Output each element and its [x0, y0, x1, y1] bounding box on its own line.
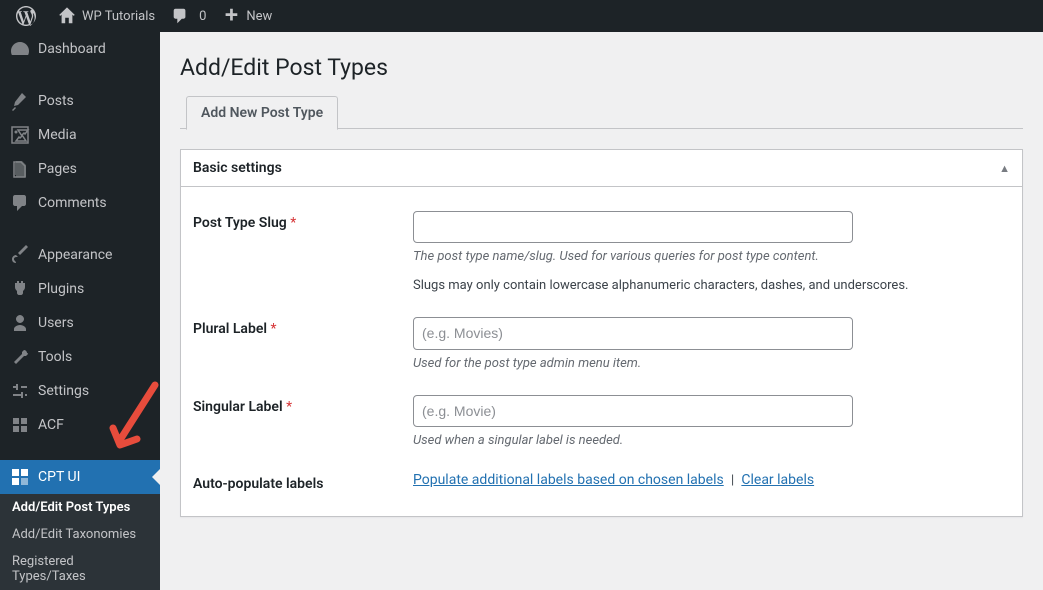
- sidebar-label: Media: [38, 127, 77, 143]
- page-icon: [10, 159, 30, 179]
- sidebar-label: Posts: [38, 93, 74, 109]
- page-title: Add/Edit Post Types: [180, 54, 1023, 81]
- wrench-icon: [10, 347, 30, 367]
- plus-icon: [222, 7, 240, 25]
- sidebar-label: Tools: [38, 349, 72, 365]
- submenu-add-edit-post-types[interactable]: Add/Edit Post Types: [0, 494, 160, 521]
- sidebar-item-cptui[interactable]: CPT UI: [0, 460, 160, 494]
- tab-nav: Add New Post Type: [180, 95, 1023, 129]
- new-label: New: [246, 9, 272, 24]
- singular-input[interactable]: [413, 395, 853, 427]
- sidebar-label: ACF: [38, 417, 64, 433]
- slug-input[interactable]: [413, 211, 853, 243]
- new-content-link[interactable]: New: [214, 0, 280, 32]
- sidebar-item-acf[interactable]: ACF: [0, 408, 160, 442]
- site-name-label: WP Tutorials: [82, 9, 155, 24]
- slug-note: Slugs may only contain lowercase alphanu…: [413, 278, 1010, 293]
- comments-icon: [10, 193, 30, 213]
- sidebar-label: Appearance: [38, 247, 112, 263]
- tab-add-new-post-type[interactable]: Add New Post Type: [186, 96, 338, 130]
- plural-input[interactable]: [413, 317, 853, 349]
- comments-link[interactable]: 0: [163, 0, 214, 32]
- plug-icon: [10, 279, 30, 299]
- sidebar-item-pages[interactable]: Pages: [0, 152, 160, 186]
- basic-settings-panel: Basic settings ▲ Post Type Slug * The po…: [180, 149, 1023, 517]
- user-icon: [10, 313, 30, 333]
- singular-label: Singular Label *: [193, 395, 413, 415]
- plural-label: Plural Label *: [193, 317, 413, 337]
- slug-label: Post Type Slug *: [193, 211, 413, 231]
- home-icon: [58, 7, 76, 25]
- main-content: Add/Edit Post Types Add New Post Type Ba…: [160, 32, 1043, 582]
- panel-body: Post Type Slug * The post type name/slug…: [181, 187, 1022, 516]
- submenu-add-edit-taxonomies[interactable]: Add/Edit Taxonomies: [0, 521, 160, 548]
- required-asterisk: *: [271, 321, 277, 337]
- site-name-link[interactable]: WP Tutorials: [50, 0, 163, 32]
- sidebar-label: Pages: [38, 161, 77, 177]
- comments-count: 0: [199, 9, 206, 24]
- cptui-submenu: Add/Edit Post Types Add/Edit Taxonomies …: [0, 494, 160, 590]
- menu-separator: [0, 442, 160, 460]
- admin-menu: Dashboard Posts Media Pages Comments App…: [0, 32, 160, 582]
- field-row-slug: Post Type Slug * The post type name/slug…: [193, 199, 1010, 305]
- required-asterisk: *: [290, 215, 296, 231]
- pin-icon: [10, 91, 30, 111]
- menu-separator: [0, 66, 160, 84]
- slug-description: The post type name/slug. Used for variou…: [413, 249, 1010, 264]
- populate-labels-link[interactable]: Populate additional labels based on chos…: [413, 472, 724, 488]
- panel-title: Basic settings: [193, 160, 282, 176]
- field-row-plural: Plural Label * Used for the post type ad…: [193, 305, 1010, 382]
- sidebar-item-comments[interactable]: Comments: [0, 186, 160, 220]
- dashboard-icon: [10, 39, 30, 59]
- sidebar-item-users[interactable]: Users: [0, 306, 160, 340]
- media-icon: [10, 125, 30, 145]
- sidebar-item-appearance[interactable]: Appearance: [0, 238, 160, 272]
- cpt-icon: [10, 467, 30, 487]
- sidebar-label: Users: [38, 315, 74, 331]
- sidebar-item-dashboard[interactable]: Dashboard: [0, 32, 160, 66]
- link-separator: |: [731, 473, 734, 488]
- sidebar-label: Settings: [38, 383, 89, 399]
- plural-description: Used for the post type admin menu item.: [413, 356, 1010, 371]
- sidebar-item-media[interactable]: Media: [0, 118, 160, 152]
- panel-header[interactable]: Basic settings ▲: [181, 150, 1022, 187]
- field-row-singular: Singular Label * Used when a singular la…: [193, 383, 1010, 460]
- sidebar-item-plugins[interactable]: Plugins: [0, 272, 160, 306]
- menu-separator: [0, 220, 160, 238]
- sidebar-label: Comments: [38, 195, 107, 211]
- singular-description: Used when a singular label is needed.: [413, 433, 1010, 448]
- brush-icon: [10, 245, 30, 265]
- sliders-icon: [10, 381, 30, 401]
- admin-bar: WP Tutorials 0 New: [0, 0, 1043, 32]
- wp-logo-menu[interactable]: [8, 0, 50, 32]
- sidebar-item-settings[interactable]: Settings: [0, 374, 160, 408]
- collapse-icon[interactable]: ▲: [999, 162, 1010, 175]
- grid-icon: [10, 415, 30, 435]
- sidebar-label: CPT UI: [38, 469, 80, 485]
- submenu-registered-types[interactable]: Registered Types/Taxes: [0, 548, 160, 590]
- sidebar-item-tools[interactable]: Tools: [0, 340, 160, 374]
- wordpress-icon: [16, 6, 36, 26]
- sidebar-item-posts[interactable]: Posts: [0, 84, 160, 118]
- required-asterisk: *: [286, 399, 292, 415]
- field-row-autopopulate: Auto-populate labels Populate additional…: [193, 460, 1010, 504]
- clear-labels-link[interactable]: Clear labels: [741, 472, 814, 488]
- comment-icon: [171, 7, 189, 25]
- sidebar-label: Dashboard: [38, 41, 106, 57]
- autopopulate-label: Auto-populate labels: [193, 472, 413, 492]
- sidebar-label: Plugins: [38, 281, 84, 297]
